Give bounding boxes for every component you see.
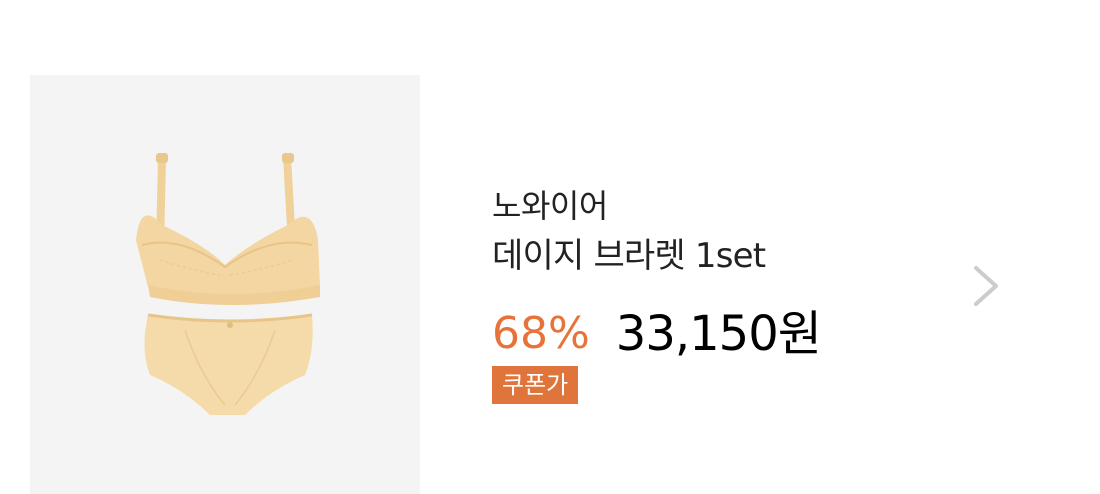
product-image[interactable]	[30, 75, 420, 494]
product-name: 데이지 브라렛 1set	[492, 236, 766, 276]
discount-rate: 68%	[492, 308, 590, 359]
product-brand: 노와이어	[492, 187, 608, 225]
chevron-right-icon[interactable]	[968, 262, 1004, 310]
product-price: 33,150원	[615, 306, 822, 362]
price-row: 68% 33,150원	[492, 304, 932, 364]
product-info: 노와이어 데이지 브라렛 1set 68% 33,150원 쿠폰가	[492, 186, 932, 404]
lingerie-set-image	[136, 153, 320, 415]
product-card[interactable]: 노와이어 데이지 브라렛 1set 68% 33,150원 쿠폰가	[0, 0, 1100, 494]
coupon-badge: 쿠폰가	[492, 366, 579, 404]
